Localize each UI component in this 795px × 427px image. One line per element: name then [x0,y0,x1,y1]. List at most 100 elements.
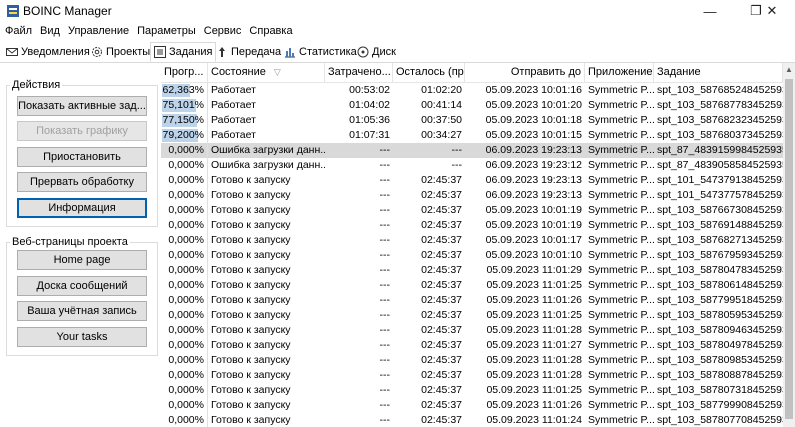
status-cell: Работает [211,84,256,96]
table-row[interactable]: 0,000% Ошибка загрузки данн... --- --- 06.09… [161,158,783,173]
application-cell: Symmetric P... [588,354,654,366]
tab-statistics[interactable]: Статистика [284,43,357,61]
menu-tools[interactable]: Сервис [200,22,246,40]
elapsed-cell: --- [379,204,391,216]
menu-activity[interactable]: Управление [64,22,133,40]
status-cell: Готово к запуску [211,279,291,291]
deadline-cell: 05.09.2023 11:01:25 [486,279,582,291]
deadline-cell: 05.09.2023 11:01:27 [486,339,582,351]
status-cell: Готово к запуску [211,339,291,351]
deadline-cell: 05.09.2023 11:01:24 [486,414,582,426]
progress-text: 75,101% [162,99,204,111]
tab-projects[interactable]: Проекты [91,43,150,61]
table-row[interactable]: 0,000% Готово к запуску --- 02:45:37 05.09.2… [161,413,783,427]
table-row[interactable]: 0,000% Готово к запуску --- 02:45:37 05.09.2… [161,338,783,353]
column-header-deadline[interactable]: Отправить до [465,63,585,82]
tab-notices[interactable]: Уведомления [6,43,90,61]
tab-label: Передача [231,46,282,58]
table-row[interactable]: 0,000% Готово к запуску --- 02:45:37 05.09.2… [161,278,783,293]
abort-button[interactable]: Прервать обработку [17,172,147,192]
progress-cell: 0,000% [162,323,208,338]
tab-disk[interactable]: Диск [357,43,396,61]
table-row[interactable]: 79,200% Работает 01:07:31 00:34:27 05.09.202… [161,128,783,143]
tab-tasks[interactable]: Задания [150,42,217,62]
deadline-cell: 05.09.2023 11:01:29 [486,264,582,276]
status-cell: Работает [211,129,256,141]
menu-help[interactable]: Справка [245,22,296,40]
table-row[interactable]: 0,000% Готово к запуску --- 02:45:37 05.09.2… [161,353,783,368]
your-tasks-button[interactable]: Your tasks [17,327,147,347]
show-active-tasks-button[interactable]: Показать активные зад... [17,96,147,116]
progress-text: 0,000% [168,174,204,186]
remaining-cell: 02:45:37 [421,294,462,306]
column-header-progress[interactable]: Прогр... [161,63,208,82]
task-name-cell: spt_87_483915998452593545 [657,144,783,156]
progress-cell: 0,000% [162,398,208,413]
table-row[interactable]: 0,000% Ошибка загрузки данн... --- --- 06.09… [161,143,783,158]
column-header-remaining[interactable]: Осталось (пр... [393,63,465,82]
table-row[interactable]: 0,000% Готово к запуску --- 02:45:37 05.09.2… [161,233,783,248]
table-row[interactable]: 0,000% Готово к запуску --- 02:45:37 05.09.2… [161,293,783,308]
elapsed-cell: --- [379,294,391,306]
your-account-button[interactable]: Ваша учётная запись [17,301,147,321]
remaining-cell: --- [451,159,463,171]
table-row[interactable]: 0,000% Готово к запуску --- 02:45:37 05.09.2… [161,398,783,413]
column-header-elapsed[interactable]: Затрачено... [325,63,393,82]
remaining-cell: 02:45:37 [421,219,462,231]
table-row[interactable]: 0,000% Готово к запуску --- 02:45:37 05.09.2… [161,203,783,218]
column-header-name[interactable]: Задание [654,63,783,82]
table-row[interactable]: 0,000% Готово к запуску --- 02:45:37 05.09.2… [161,248,783,263]
properties-button[interactable]: Информация [17,198,147,218]
deadline-cell: 05.09.2023 11:01:28 [486,354,582,366]
scroll-up-arrow-icon[interactable]: ▲ [784,65,794,75]
column-header-application[interactable]: Приложение [585,63,654,82]
deadline-cell: 05.09.2023 11:01:25 [486,309,582,321]
table-row[interactable]: 0,000% Готово к запуску --- 02:45:37 05.09.2… [161,383,783,398]
column-header-status[interactable]: Состояние ▽ [208,63,325,82]
deadline-cell: 05.09.2023 10:01:10 [485,249,582,261]
suspend-button[interactable]: Приостановить [17,147,147,167]
status-cell: Готово к запуску [211,414,291,426]
application-cell: Symmetric P... [588,174,654,186]
task-name-cell: spt_103_587691488452593545 [657,219,783,231]
menu-view[interactable]: Вид [36,22,64,40]
table-row[interactable]: 75,101% Работает 01:04:02 00:41:14 05.09.202… [161,98,783,113]
sort-arrow-icon: ▽ [273,67,281,77]
elapsed-cell: --- [379,144,391,156]
deadline-cell: 05.09.2023 10:01:18 [485,114,582,126]
menu-options[interactable]: Параметры [133,22,200,40]
progress-cell: 0,000% [162,293,208,308]
message-board-button[interactable]: Доска сообщений [17,276,147,296]
minimize-button[interactable]: — [687,0,733,22]
progress-text: 0,000% [168,369,204,381]
vertical-scrollbar[interactable]: ▲ [783,63,795,427]
table-row[interactable]: 0,000% Готово к запуску --- 02:45:37 05.09.2… [161,368,783,383]
home-page-button[interactable]: Home page [17,250,147,270]
elapsed-cell: --- [379,159,391,171]
status-cell: Готово к запуску [211,384,291,396]
table-row[interactable]: 0,000% Готово к запуску --- 02:45:37 05.09.2… [161,218,783,233]
task-name-cell: spt_103_587805953452593545 [657,309,783,321]
table-row[interactable]: 0,000% Готово к запуску --- 02:45:37 05.09.2… [161,308,783,323]
show-graphics-button[interactable]: Показать графику [17,121,147,141]
table-row[interactable]: 0,000% Готово к запуску --- 02:45:37 06.09.2… [161,188,783,203]
close-button[interactable]: ✕ [749,0,795,22]
application-cell: Symmetric P... [588,114,654,126]
status-cell: Готово к запуску [211,294,291,306]
task-name-cell: spt_103_587804978452593545 [657,339,783,351]
progress-text: 0,000% [168,309,204,321]
menu-file[interactable]: Файл [0,22,36,40]
actions-group-label: Действия [10,79,63,91]
table-row[interactable]: 0,000% Готово к запуску --- 02:45:37 06.09.2… [161,173,783,188]
table-row[interactable]: 77,150% Работает 01:05:36 00:37:50 05.09.202… [161,113,783,128]
deadline-cell: 05.09.2023 10:01:17 [485,234,582,246]
table-row[interactable]: 62,363% Работает 00:53:02 01:02:20 05.09.202… [161,83,783,98]
application-cell: Symmetric P... [588,84,654,96]
application-cell: Symmetric P... [588,249,654,261]
table-row[interactable]: 0,000% Готово к запуску --- 02:45:37 05.09.2… [161,263,783,278]
tab-transfers[interactable]: Передача [216,43,281,61]
application-cell: Symmetric P... [588,294,654,306]
scroll-thumb[interactable] [785,79,793,419]
table-row[interactable]: 0,000% Готово к запуску --- 02:45:37 05.09.2… [161,323,783,338]
status-cell: Готово к запуску [211,264,291,276]
